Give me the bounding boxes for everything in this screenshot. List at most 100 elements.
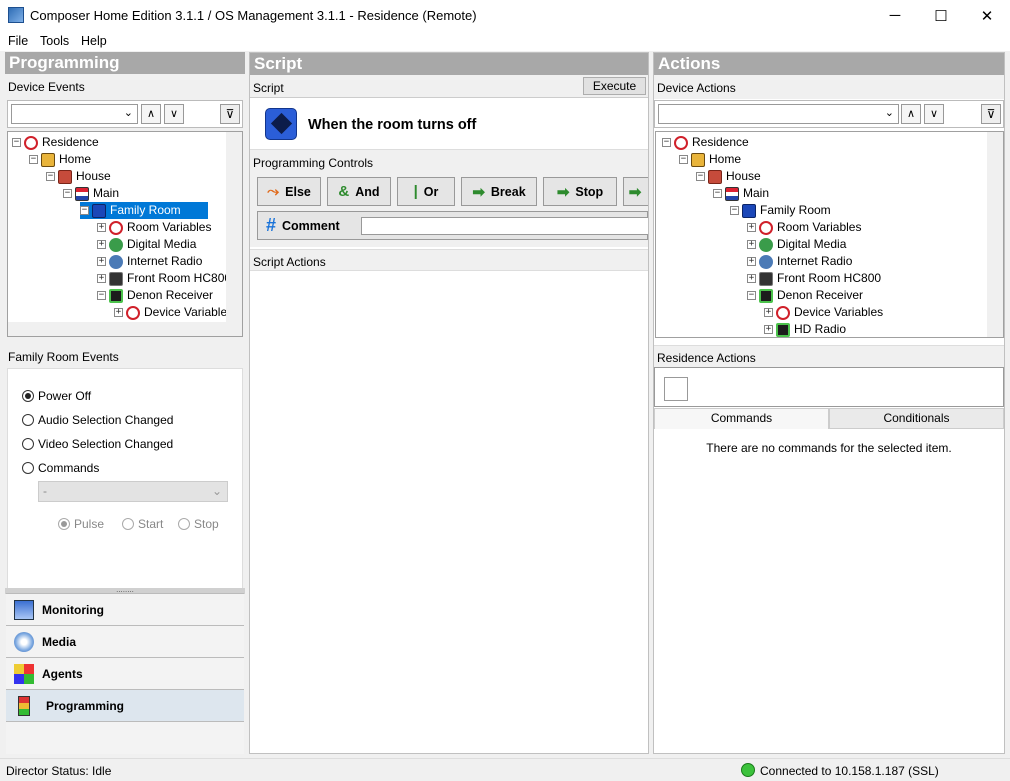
expand-toggle-icon[interactable]: + [747, 274, 756, 283]
menu-help[interactable]: Help [81, 34, 107, 48]
tab-conditionals[interactable]: Conditionals [829, 408, 1004, 429]
tree-node[interactable]: − Family Room [80, 202, 208, 219]
expand-toggle-icon[interactable]: − [713, 189, 722, 198]
tree-node[interactable]: + Device Variables [114, 304, 233, 321]
maximize-button[interactable]: ☐ [918, 0, 964, 31]
event-commands[interactable]: Commands [22, 461, 99, 475]
expand-toggle-icon[interactable]: + [97, 274, 106, 283]
event-audio-selection-changed[interactable]: Audio Selection Changed [22, 413, 173, 427]
filter-icon[interactable]: ⊽ [981, 104, 1001, 124]
residence-action-checkbox[interactable] [664, 377, 688, 401]
expand-toggle-icon[interactable]: + [764, 308, 773, 317]
control-else-button[interactable]: ⤳ Else [257, 177, 321, 206]
tree-node[interactable]: + Digital Media [97, 236, 196, 253]
commands-select[interactable]: - ⌄ [38, 481, 228, 502]
expand-toggle-icon[interactable]: + [747, 257, 756, 266]
monitoring-icon [14, 599, 34, 620]
device-events-filter-select[interactable]: ⌄ [11, 104, 138, 124]
tree-node[interactable]: + HD Radio [764, 321, 846, 337]
tree-node[interactable]: − Denon Receiver [747, 287, 863, 304]
event-video-selection-changed[interactable]: Video Selection Changed [22, 437, 173, 451]
expand-toggle-icon[interactable]: − [662, 138, 671, 147]
control-break-button[interactable]: ➡ Break [461, 177, 537, 206]
comment-input[interactable] [361, 217, 648, 235]
mode-pulse[interactable]: Pulse [58, 517, 104, 531]
c4-icon [126, 305, 140, 320]
expand-toggle-icon[interactable]: − [80, 206, 89, 215]
nav-monitoring[interactable]: Monitoring [6, 593, 244, 625]
tree-node[interactable]: + Device Variables [764, 304, 883, 321]
tree-node[interactable]: + Room Variables [97, 219, 211, 236]
minimize-button[interactable]: ─ [872, 0, 918, 31]
expand-toggle-icon[interactable]: − [747, 291, 756, 300]
menu-file[interactable]: File [8, 34, 28, 48]
tree-node[interactable]: + Room Variables [747, 219, 861, 236]
tree-node[interactable]: − Main [63, 185, 119, 202]
control-more-button[interactable]: ➡ [623, 177, 648, 206]
expand-toggle-icon[interactable]: + [764, 325, 773, 334]
tree-node-label: Internet Radio [777, 254, 853, 268]
controller-icon [759, 271, 773, 286]
expand-toggle-icon[interactable]: + [114, 308, 123, 317]
tree-node[interactable]: − Family Room [730, 202, 831, 219]
comment-control[interactable]: # Comment [257, 211, 648, 240]
house-icon [708, 169, 722, 184]
expand-toggle-icon[interactable]: + [97, 223, 106, 232]
nav-programming[interactable]: Programming [6, 689, 244, 721]
control-label: And [355, 184, 380, 199]
execute-button[interactable]: Execute [583, 77, 646, 95]
expand-toggle-icon[interactable]: + [747, 240, 756, 249]
tree-node[interactable]: − Home [29, 151, 91, 168]
nav-media[interactable]: Media [6, 625, 244, 657]
tree-node[interactable]: − Residence [12, 134, 99, 151]
control-or-button[interactable]: | Or [397, 177, 455, 206]
tree-node-label: House [726, 169, 761, 183]
move-up-button[interactable]: ∧ [901, 104, 921, 124]
device-actions-filter-select[interactable]: ⌄ [658, 104, 899, 124]
move-down-button[interactable]: ∨ [164, 104, 184, 124]
horizontal-scrollbar[interactable] [8, 322, 226, 336]
tree-node[interactable]: − Residence [662, 134, 749, 151]
tab-commands[interactable]: Commands [654, 408, 829, 429]
control-stop-button[interactable]: ➡ Stop [543, 177, 617, 206]
c4-icon [24, 135, 38, 150]
expand-toggle-icon[interactable]: + [97, 240, 106, 249]
move-down-button[interactable]: ∨ [924, 104, 944, 124]
control-label: Or [423, 184, 439, 199]
tree-node[interactable]: + Digital Media [747, 236, 846, 253]
vertical-scrollbar[interactable] [987, 132, 1003, 337]
expand-toggle-icon[interactable]: − [730, 206, 739, 215]
expand-toggle-icon[interactable]: − [12, 138, 21, 147]
tree-node[interactable]: − Home [679, 151, 741, 168]
tree-node-label: Internet Radio [127, 254, 203, 268]
expand-toggle-icon[interactable]: + [747, 223, 756, 232]
hash-icon: # [266, 215, 277, 235]
tree-node[interactable]: + Front Room HC800 [97, 270, 231, 287]
tree-node[interactable]: + Internet Radio [747, 253, 852, 270]
event-power-off[interactable]: Power Off [22, 389, 91, 403]
expand-toggle-icon[interactable]: − [29, 155, 38, 164]
expand-toggle-icon[interactable]: − [696, 172, 705, 181]
mode-stop[interactable]: Stop [178, 517, 219, 531]
tree-node-label: Main [743, 186, 770, 200]
expand-toggle-icon[interactable]: − [97, 291, 106, 300]
filter-icon[interactable]: ⊽ [220, 104, 240, 124]
menu-tools[interactable]: Tools [40, 34, 69, 48]
chevron-down-icon: ⌄ [884, 107, 894, 119]
nav-agents[interactable]: Agents [6, 657, 244, 689]
expand-toggle-icon[interactable]: − [679, 155, 688, 164]
tree-node[interactable]: − House [696, 168, 761, 185]
tree-node[interactable]: − Main [713, 185, 769, 202]
vertical-scrollbar[interactable] [226, 132, 242, 336]
control-and-button[interactable]: & And [327, 177, 391, 206]
tree-node[interactable]: + Internet Radio [97, 253, 202, 270]
mode-start[interactable]: Start [122, 517, 163, 531]
expand-toggle-icon[interactable]: + [97, 257, 106, 266]
expand-toggle-icon[interactable]: − [46, 172, 55, 181]
tree-node[interactable]: − House [46, 168, 111, 185]
expand-toggle-icon[interactable]: − [63, 189, 72, 198]
tree-node[interactable]: + Front Room HC800 [747, 270, 881, 287]
move-up-button[interactable]: ∧ [141, 104, 161, 124]
close-button[interactable]: ✕ [964, 0, 1010, 31]
tree-node[interactable]: − Denon Receiver [97, 287, 213, 304]
